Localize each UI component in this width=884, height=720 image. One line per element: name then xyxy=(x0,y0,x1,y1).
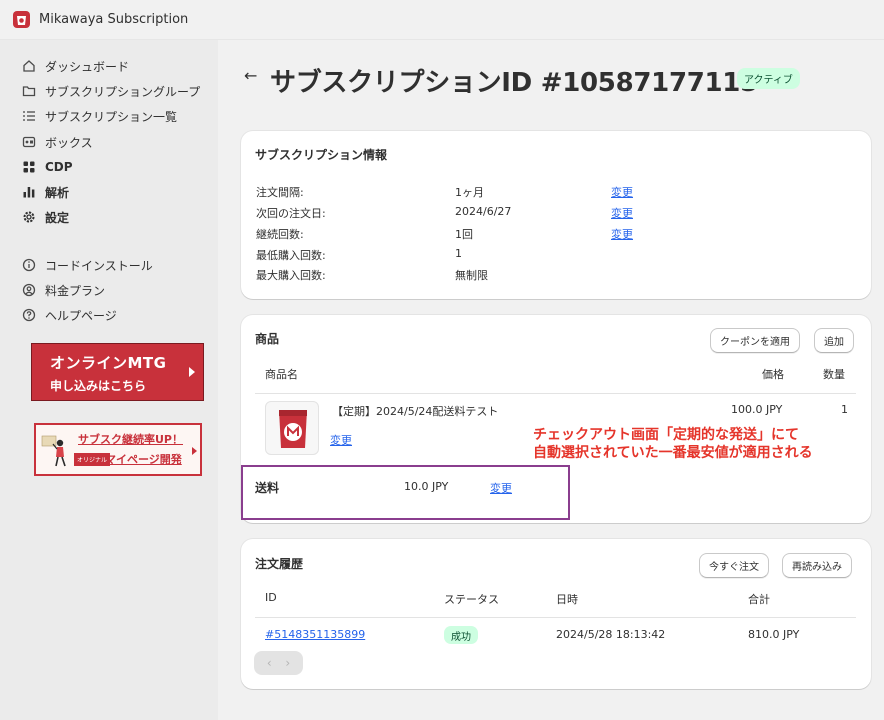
arrow-right-icon xyxy=(192,447,197,455)
order-id-link[interactable]: #5148351135899 xyxy=(265,628,365,641)
sidebar-item-cdp[interactable]: CDP xyxy=(22,156,212,178)
column-header: 価格 xyxy=(762,368,784,381)
edit-product-link[interactable]: 変更 xyxy=(330,432,352,448)
sidebar-item-label: サブスクリプション一覧 xyxy=(45,109,178,124)
sidebar-item-settings[interactable]: 設定 xyxy=(22,206,212,228)
edit-next-order-link[interactable]: 変更 xyxy=(611,205,633,221)
info-icon xyxy=(22,258,36,272)
sidebar-item-label: 料金プラン xyxy=(45,283,106,298)
grid-icon xyxy=(22,160,36,174)
column-header: 商品名 xyxy=(265,368,298,381)
sidebar-item-label: CDP xyxy=(45,160,73,174)
add-product-button[interactable]: 追加 xyxy=(814,328,854,353)
reload-button[interactable]: 再読み込み xyxy=(782,553,852,578)
info-label: 最大購入回数: xyxy=(256,269,326,282)
annotation-note: チェックアウト画面「定期的な発送」にて 自動選択されていた一番最安値が適用される xyxy=(533,426,813,462)
order-history-card xyxy=(241,539,871,689)
folder-icon xyxy=(22,84,36,98)
sidebar-item-label: ボックス xyxy=(45,135,93,150)
product-name: 【定期】2024/5/24配送料テスト xyxy=(332,405,499,418)
person-illustration-icon xyxy=(41,435,66,467)
info-value: 1ヶ月 xyxy=(455,186,484,199)
sidebar-item-label: コードインストール xyxy=(45,258,153,273)
mypage-banner[interactable]: サブスク継続率UP！ オリジナル マイページ開発 xyxy=(34,423,202,476)
info-value: 1回 xyxy=(455,228,473,241)
info-value: 無制限 xyxy=(455,269,488,282)
home-icon xyxy=(22,59,36,73)
banner-subtitle: 申し込みはこちら xyxy=(50,379,147,393)
chevron-left-icon[interactable]: ‹ xyxy=(267,656,272,670)
apply-coupon-button[interactable]: クーポンを適用 xyxy=(710,328,800,353)
chevron-right-icon[interactable]: › xyxy=(285,656,290,670)
edit-interval-link[interactable]: 変更 xyxy=(611,184,633,200)
app-header: Mikawaya Subscription xyxy=(0,0,884,40)
order-now-button[interactable]: 今すぐ注文 xyxy=(699,553,769,578)
bar-chart-icon xyxy=(22,185,36,199)
edit-shipping-link[interactable]: 変更 xyxy=(490,480,512,496)
sidebar-item-dashboard[interactable]: ダッシュボード xyxy=(22,55,212,77)
order-total: 810.0 JPY xyxy=(748,628,800,641)
info-label: 最低購入回数: xyxy=(256,249,326,262)
sidebar-item-code-install[interactable]: コードインストール xyxy=(22,254,212,276)
sidebar-item-label: 解析 xyxy=(45,185,70,200)
banner-subtitle: マイページ開発 xyxy=(105,453,182,466)
sidebar-item-analytics[interactable]: 解析 xyxy=(22,181,212,203)
sidebar-item-label: ダッシュボード xyxy=(45,59,130,74)
sidebar-item-label: 設定 xyxy=(45,210,70,225)
sidebar-item-label: ヘルプページ xyxy=(45,308,117,323)
product-qty: 1 xyxy=(841,403,848,416)
product-bag-icon xyxy=(279,410,307,448)
box-icon xyxy=(22,135,36,149)
app-title: Mikawaya Subscription xyxy=(39,12,189,27)
info-label: 継続回数: xyxy=(256,228,304,241)
product-price: 100.0 JPY xyxy=(731,403,783,416)
user-circle-icon xyxy=(22,283,36,297)
divider xyxy=(255,617,856,618)
card-title: サブスクリプション情報 xyxy=(255,148,388,162)
pagination: ‹ › xyxy=(254,651,303,675)
sidebar-item-box[interactable]: ボックス xyxy=(22,131,212,153)
shipping-label: 送料 xyxy=(255,481,280,495)
column-header: 日時 xyxy=(556,593,578,606)
sidebar-item-pricing[interactable]: 料金プラン xyxy=(22,279,212,301)
column-header: ID xyxy=(265,591,277,604)
edit-count-link[interactable]: 変更 xyxy=(611,226,633,242)
info-label: 次回の注文日: xyxy=(256,207,326,220)
banner-title: オンラインMTG xyxy=(50,354,167,372)
column-header: ステータス xyxy=(444,593,499,606)
annotation-line: 自動選択されていた一番最安値が適用される xyxy=(533,445,813,461)
divider xyxy=(255,393,856,394)
status-badge: アクティブ xyxy=(737,68,800,89)
sidebar-item-label: サブスクリプショングループ xyxy=(45,84,201,99)
column-header: 合計 xyxy=(748,593,770,606)
product-thumbnail xyxy=(265,401,319,455)
app-logo-icon xyxy=(13,11,30,28)
card-title: 商品 xyxy=(255,332,280,346)
info-value: 1 xyxy=(455,247,462,260)
order-date: 2024/5/28 18:13:42 xyxy=(556,628,666,641)
annotation-line: チェックアウト画面「定期的な発送」にて xyxy=(533,427,799,443)
sidebar-item-subscription-list[interactable]: サブスクリプション一覧 xyxy=(22,105,212,127)
arrow-right-icon xyxy=(189,367,195,377)
order-status-badge: 成功 xyxy=(444,626,478,644)
online-mtg-banner[interactable]: オンラインMTG 申し込みはこちら xyxy=(31,343,204,401)
info-label: 注文間隔: xyxy=(256,186,304,199)
info-value: 2024/6/27 xyxy=(455,205,512,218)
page-title: サブスクリプションID #10587177115 xyxy=(270,68,758,98)
card-title: 注文履歴 xyxy=(255,557,304,571)
banner-title: サブスク継続率UP！ xyxy=(78,433,183,446)
sidebar-item-subscription-groups[interactable]: サブスクリプショングループ xyxy=(22,80,212,102)
help-icon xyxy=(22,308,36,322)
sidebar-item-help[interactable]: ヘルプページ xyxy=(22,304,212,326)
list-icon xyxy=(22,109,36,123)
gear-icon xyxy=(22,210,36,224)
back-arrow-icon[interactable]: ← xyxy=(244,66,257,85)
shipping-value: 10.0 JPY xyxy=(404,480,449,493)
column-header: 数量 xyxy=(823,368,845,381)
